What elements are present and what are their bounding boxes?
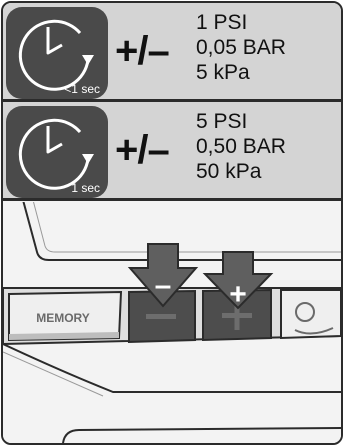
hold-duration-row-2: 1 sec +/– 5 PSI 0,50 BAR 50 kPa [3,102,341,201]
plus-symbol: + [229,278,247,311]
value-kpa: 50 kPa [196,160,262,183]
memory-label: MEMORY [36,311,90,325]
duration-label: 1 sec [71,181,100,195]
device-panel-illustration: MEMORY – + [3,202,341,443]
value-kpa: 5 kPa [196,61,250,84]
plus-minus-symbol: +/– [115,128,170,172]
power-button[interactable] [280,289,341,340]
value-bar: 0,50 BAR [196,135,286,158]
memory-button[interactable]: MEMORY [8,290,123,342]
value-bar: 0,05 BAR [196,36,286,59]
value-psi: 1 PSI [196,11,248,34]
duration-label: <1 sec [64,82,100,96]
minus-symbol: – [155,269,172,302]
clock-badge-1: <1 sec [6,7,108,99]
plus-minus-symbol: +/– [115,29,170,73]
clock-badge-2: 1 sec [6,106,108,198]
increment-values: 5 PSI 0,50 BAR 50 kPa [196,109,286,184]
hold-duration-row-1: <1 sec +/– 1 PSI 0,05 BAR 5 kPa [3,3,341,102]
increment-values: 1 PSI 0,05 BAR 5 kPa [196,10,286,85]
diagram-frame: <1 sec +/– 1 PSI 0,05 BAR 5 kPa 1 sec +/… [1,1,343,445]
value-psi: 5 PSI [196,110,248,133]
